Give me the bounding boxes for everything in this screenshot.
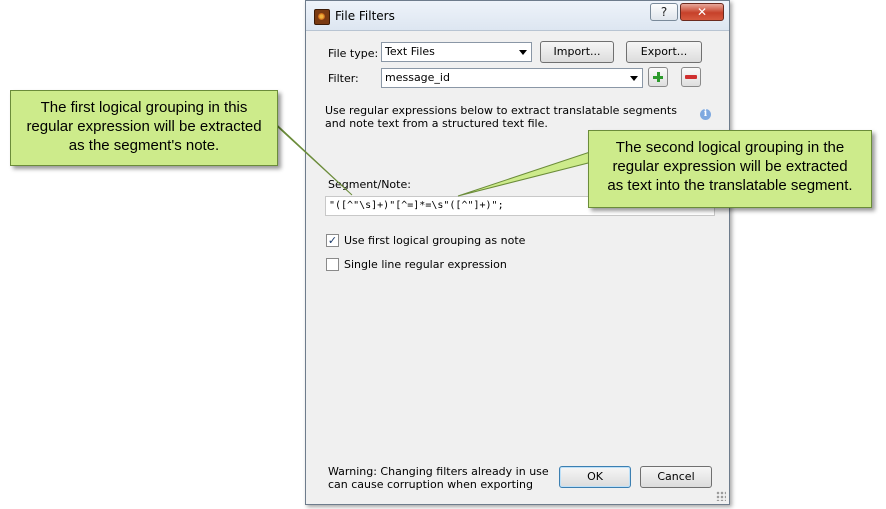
- right-callout-line: The second logical grouping in the: [615, 139, 845, 156]
- right-callout: The second logical grouping in the regul…: [588, 130, 872, 208]
- left-callout-line: regular expression will be extracted: [26, 118, 262, 135]
- left-callout-pointer: [267, 117, 353, 196]
- callout-pointers: [267, 117, 601, 197]
- left-callout-line: as the segment's note.: [68, 137, 220, 154]
- right-callout-line: as text into the translatable segment.: [607, 177, 853, 194]
- left-callout-line: The first logical grouping in this: [40, 99, 248, 116]
- right-callout-pointer: [457, 149, 601, 197]
- left-callout: The first logical grouping in this regul…: [10, 90, 278, 166]
- right-callout-line: regular expression will be extracted: [612, 158, 848, 175]
